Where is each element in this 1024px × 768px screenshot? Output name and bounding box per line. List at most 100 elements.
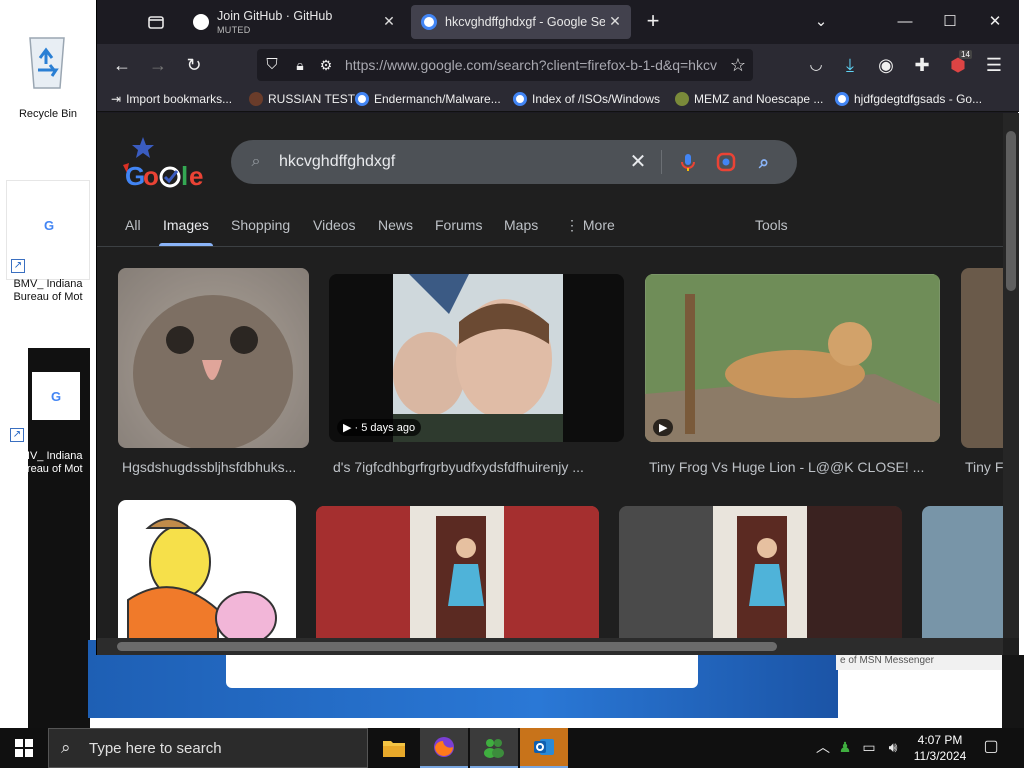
close-tab-icon[interactable]: ✕ xyxy=(381,13,397,29)
system-clock[interactable]: 4:07 PM 11/3/2024 xyxy=(900,732,980,764)
play-icon: ▶ · xyxy=(343,422,362,434)
maximize-button[interactable]: ☐ xyxy=(938,10,962,34)
tray-messenger-icon[interactable]: ♟ xyxy=(836,738,854,756)
horizontal-scrollbar[interactable] xyxy=(97,638,1003,655)
lion-thumbnail[interactable]: ▶ xyxy=(645,274,940,442)
bmv-label-line1: BMV_ Indiana xyxy=(13,278,83,290)
bookmark-memz[interactable]: MEMZ and Noescape ... xyxy=(675,90,823,108)
tab-google-search[interactable]: hkcvghdffghdxgf - Google Sear ✕ xyxy=(411,5,631,39)
clear-search-icon[interactable]: ✕ xyxy=(627,151,649,173)
tab-news[interactable]: News xyxy=(378,217,413,233)
vertical-scrollbar[interactable] xyxy=(1003,113,1019,638)
downloads-icon[interactable]: ⤓ xyxy=(839,54,861,76)
vertical-scroll-thumb[interactable] xyxy=(1006,131,1016,291)
search-query-text[interactable]: hkcvghdffghdxgf xyxy=(279,153,395,171)
bookmark-import[interactable]: ⇥ Import bookmarks... xyxy=(111,90,232,108)
owl-thumbnail[interactable] xyxy=(118,268,309,448)
google-doodle-logo[interactable]: G o l e xyxy=(121,135,217,191)
new-tab-button[interactable]: + xyxy=(643,10,663,33)
desktop-icon-bmv-2[interactable]: BMV_ Indiana Bureau of Mot xyxy=(6,450,90,476)
bmv-label-line1: BMV_ Indiana xyxy=(13,450,83,462)
reload-button[interactable]: ↻ xyxy=(183,54,205,76)
notifications-icon[interactable]: ▢ xyxy=(982,738,1000,756)
image-result-owl[interactable]: Hgsdshugdssbljhsfdbhuks... xyxy=(118,268,310,478)
bookmark-label: hjdfgdegtdfgsads - Go... xyxy=(854,92,983,106)
search-submit-icon[interactable]: ⌕ xyxy=(753,151,775,173)
tab-all[interactable]: All xyxy=(125,217,141,233)
image-result-girl-1[interactable] xyxy=(316,506,599,638)
result-caption[interactable]: Hgsdshugdssbljhsfdbhuks... xyxy=(122,459,310,475)
cartoon-thumbnail[interactable] xyxy=(118,500,296,638)
tab-shopping[interactable]: Shopping xyxy=(231,217,290,233)
menu-icon[interactable]: ☰ xyxy=(983,54,1005,76)
image-result-partial[interactable]: Tiny F xyxy=(961,268,1003,478)
shield-icon[interactable]: ⛉ xyxy=(261,54,283,76)
result-caption[interactable]: Tiny Frog Vs Huge Lion - L@@K CLOSE! ... xyxy=(649,459,941,475)
google-icon xyxy=(835,92,849,106)
result-caption[interactable]: Tiny F xyxy=(965,459,1003,475)
bookmark-favicon-icon xyxy=(675,92,689,106)
tab-videos[interactable]: Videos xyxy=(313,217,356,233)
bookmark-label: Index of /ISOs/Windows xyxy=(532,92,661,106)
navigation-toolbar: ← → ↻ ⛉ 🔒︎ ⚙ https://www.google.com/sear… xyxy=(97,44,1019,86)
search-tabs: All Images Shopping Videos News Forums M… xyxy=(97,207,1003,247)
boys-video-image xyxy=(393,274,563,442)
start-button[interactable] xyxy=(0,728,48,768)
tab-more[interactable]: ⋮ More xyxy=(565,217,615,234)
partial-thumbnail[interactable] xyxy=(922,506,1003,638)
bookmark-label: RUSSIAN TEST xyxy=(268,92,356,106)
partial-thumbnail[interactable] xyxy=(961,268,1003,448)
url-bar[interactable]: ⛉ 🔒︎ ⚙ https://www.google.com/search?cli… xyxy=(257,49,753,81)
tab-list-button[interactable] xyxy=(145,11,167,33)
boys-thumbnail[interactable]: ▶ · 5 days ago xyxy=(329,274,624,442)
github-icon xyxy=(193,14,209,30)
tab-github[interactable]: Join GitHub · GitHub MUTED ✕ xyxy=(183,5,405,39)
desktop-icon-bmv-1[interactable]: G ↗ xyxy=(6,180,90,280)
network-icon[interactable]: ▭ xyxy=(860,738,878,756)
search-box[interactable]: ⌕ hkcvghdffghdxgf ✕ ⌕ xyxy=(231,140,797,184)
image-result-partial-2[interactable] xyxy=(922,506,1003,638)
video-duration-chip: ▶ · 5 days ago xyxy=(337,419,422,436)
google-icon: G xyxy=(25,201,73,249)
desktop-icon-recycle-bin[interactable]: Recycle Bin xyxy=(6,14,90,120)
account-icon[interactable]: ◉ xyxy=(875,54,897,76)
tab-maps[interactable]: Maps xyxy=(504,217,538,233)
url-text[interactable]: https://www.google.com/search?client=fir… xyxy=(345,57,717,73)
extensions-icon[interactable]: ✚ xyxy=(911,54,933,76)
lens-search-icon[interactable] xyxy=(715,151,737,173)
bookmark-label: Endermanch/Malware... xyxy=(374,92,501,106)
pocket-icon[interactable]: ◡ xyxy=(805,54,827,76)
image-result-lion[interactable]: ▶ Tiny Frog Vs Huge Lion - L@@K CLOSE! .… xyxy=(645,274,941,484)
result-caption[interactable]: d's 7igfcdhbgrfrgrbyudfxydsfdfhuirenjy .… xyxy=(333,459,625,475)
forward-button[interactable]: → xyxy=(147,54,169,76)
taskbar-firefox[interactable] xyxy=(420,728,468,768)
taskbar-file-explorer[interactable] xyxy=(370,728,418,768)
close-window-button[interactable]: ✕ xyxy=(983,10,1007,34)
back-button[interactable]: ← xyxy=(111,54,133,76)
taskbar-messenger[interactable] xyxy=(470,728,518,768)
tools-button[interactable]: Tools xyxy=(755,217,788,233)
horizontal-scroll-thumb[interactable] xyxy=(117,642,777,651)
lock-icon[interactable]: 🔒︎ xyxy=(289,54,311,76)
image-result-boys[interactable]: ▶ · 5 days ago d's 7igfcdhbgrfrgrbyudfxy… xyxy=(329,274,625,484)
taskbar-search[interactable]: ⌕ Type here to search xyxy=(48,728,368,768)
tray-overflow-icon[interactable]: ︿ xyxy=(814,738,832,756)
svg-text:l: l xyxy=(181,161,188,191)
bookmark-endermanch[interactable]: Endermanch/Malware... xyxy=(355,90,501,108)
bookmark-isos[interactable]: Index of /ISOs/Windows xyxy=(513,90,660,108)
image-result-cartoon[interactable] xyxy=(118,500,296,638)
bookmark-russian-test[interactable]: RUSSIAN TEST xyxy=(249,90,355,108)
image-result-girl-2[interactable] xyxy=(619,506,902,638)
tab-forums[interactable]: Forums xyxy=(435,217,482,233)
tab-images[interactable]: Images xyxy=(159,217,213,246)
girl-thumbnail[interactable] xyxy=(619,506,902,638)
voice-search-icon[interactable] xyxy=(677,151,699,173)
taskbar-outlook[interactable] xyxy=(520,728,568,768)
minimize-button[interactable]: — xyxy=(893,10,917,34)
bookmark-star-icon[interactable]: ☆ xyxy=(727,54,749,76)
girl-thumbnail[interactable] xyxy=(316,506,599,638)
list-all-tabs-button[interactable]: ⌄ xyxy=(809,10,833,34)
bookmark-hjdfg[interactable]: hjdfgdegtdfgsads - Go... xyxy=(835,90,982,108)
permissions-icon[interactable]: ⚙ xyxy=(315,54,337,76)
close-tab-icon[interactable]: ✕ xyxy=(607,13,623,29)
